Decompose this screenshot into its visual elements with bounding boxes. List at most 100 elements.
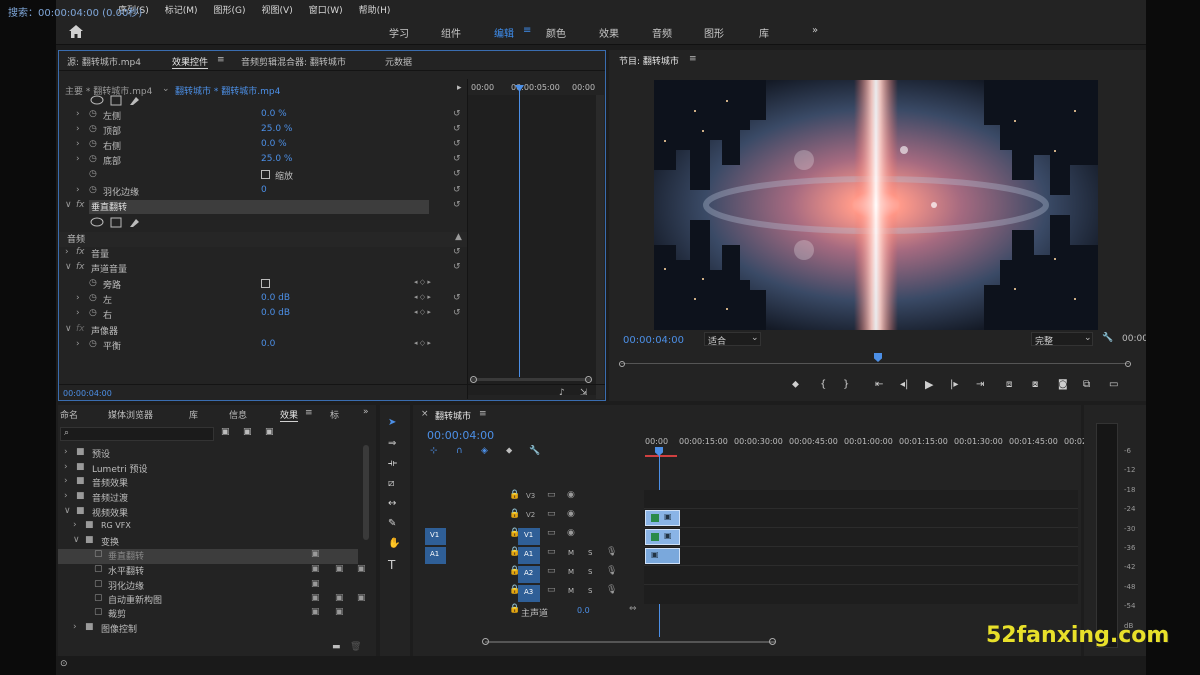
workspace-graphics[interactable]: 图形 bbox=[704, 25, 724, 40]
property-value[interactable]: 25.0 % bbox=[261, 124, 292, 134]
go-to-out-icon[interactable]: ⇥ bbox=[976, 379, 984, 390]
yuv-effects-icon[interactable]: ▣ bbox=[265, 427, 274, 437]
tree-item-horizontal-flip[interactable]: ▢ 水平翻转 ▣ ▣ ▣ bbox=[58, 564, 366, 579]
zoom-handle-right[interactable] bbox=[769, 638, 776, 645]
menu-item-markers[interactable]: 标记(M) bbox=[165, 3, 198, 16]
workspace-menu-icon[interactable]: ≡ bbox=[523, 25, 531, 36]
scroll-handle-left[interactable] bbox=[619, 361, 625, 367]
comparison-view-icon[interactable]: ⧉ bbox=[1083, 379, 1090, 390]
effect-row-panner[interactable]: ∨ fx 声像器 bbox=[59, 324, 469, 339]
audio-clip-a1[interactable]: ▣ bbox=[645, 548, 680, 564]
scroll-handle-right[interactable] bbox=[585, 376, 592, 383]
tree-item-crop[interactable]: ▢ 裁剪 ▣ ▣ bbox=[58, 607, 358, 622]
work-area-bar[interactable] bbox=[645, 455, 677, 457]
menu-item-graphics[interactable]: 图形(G) bbox=[214, 3, 246, 16]
selection-tool-icon[interactable]: ➤ bbox=[388, 417, 396, 428]
program-timecode[interactable]: 00:00:04:00 bbox=[623, 335, 684, 346]
reset-icon[interactable]: ↺ bbox=[453, 308, 461, 318]
property-value[interactable]: 0.0 bbox=[261, 339, 275, 349]
property-value[interactable]: 0.0 dB bbox=[261, 293, 290, 303]
slip-tool-icon[interactable]: ↔ bbox=[388, 498, 396, 509]
keyframe-nav-icon[interactable]: ◂ ◇ ▸ bbox=[414, 293, 431, 301]
track-header-v1[interactable]: 🔒 V1 ▭ ◉ bbox=[481, 528, 671, 546]
mic-icon[interactable]: 🎙 bbox=[606, 547, 617, 557]
eye-icon[interactable]: ◉ bbox=[567, 528, 575, 538]
tree-item-rg-vfx[interactable]: › ■ RG VFX bbox=[58, 520, 358, 535]
play-icon[interactable]: ▶ bbox=[925, 378, 933, 391]
status-icon[interactable]: ⊙ bbox=[60, 659, 68, 669]
master-volume-value[interactable]: 0.0 bbox=[577, 606, 590, 615]
scroll-handle-right[interactable] bbox=[1125, 361, 1131, 367]
workspace-editing[interactable]: 编辑 bbox=[494, 25, 514, 40]
tree-item-presets[interactable]: › ■ 预设 bbox=[58, 447, 358, 462]
master-track-header[interactable]: 🔒 主声道 0.0 ⇔ bbox=[481, 604, 643, 621]
reset-icon[interactable]: ↺ bbox=[453, 109, 461, 119]
tab-source[interactable]: 源: 翻转城市.mp4 bbox=[67, 55, 141, 68]
menu-item-help[interactable]: 帮助(H) bbox=[359, 3, 391, 16]
source-patch-v1[interactable]: V1 bbox=[425, 528, 446, 545]
ec-zoom-scrollbar[interactable] bbox=[471, 378, 591, 381]
panel-menu-icon[interactable]: ≡ bbox=[479, 409, 487, 419]
stopwatch-icon[interactable]: ◷ bbox=[89, 124, 97, 134]
property-value[interactable]: 25.0 % bbox=[261, 154, 292, 164]
workspace-libraries[interactable]: 库 bbox=[759, 25, 769, 40]
tab-menu-icon[interactable]: ≡ bbox=[217, 55, 225, 65]
step-forward-icon[interactable]: |▸ bbox=[950, 379, 958, 390]
timeline-tracks-area[interactable] bbox=[644, 490, 1078, 604]
timeline-zoom-scrollbar[interactable] bbox=[485, 641, 775, 643]
stopwatch-icon[interactable]: ◷ bbox=[89, 169, 97, 179]
delete-icon[interactable]: 🗑 bbox=[350, 642, 361, 652]
reset-icon[interactable]: ↺ bbox=[453, 200, 461, 210]
solo-button[interactable]: S bbox=[588, 587, 592, 595]
nest-icon[interactable]: ⊹ bbox=[430, 446, 438, 456]
tab-project[interactable]: 命名 bbox=[60, 408, 78, 421]
new-bin-icon[interactable]: ▬ bbox=[332, 642, 341, 652]
effect-row-volume[interactable]: › fx 音量 ↺ bbox=[59, 247, 469, 262]
stopwatch-icon[interactable]: ◷ bbox=[89, 109, 97, 119]
32bit-effects-icon[interactable]: ▣ bbox=[243, 427, 252, 437]
ec-timeline-area[interactable] bbox=[468, 95, 596, 395]
tab-effects[interactable]: 效果 bbox=[280, 408, 299, 422]
workspace-audio[interactable]: 音频 bbox=[652, 25, 672, 40]
workspace-assembly[interactable]: 组件 bbox=[441, 25, 461, 40]
stopwatch-icon[interactable]: ◷ bbox=[89, 308, 97, 318]
effects-scrollbar[interactable] bbox=[363, 445, 369, 540]
menu-item-window[interactable]: 窗口(W) bbox=[309, 3, 343, 16]
track-header-v3[interactable]: 🔒 V3 ▭ ◉ bbox=[481, 490, 671, 508]
track-header-a3[interactable]: 🔒 A3 ▭ M S 🎙 bbox=[481, 585, 671, 603]
track-header-v2[interactable]: 🔒 V2 ▭ ◉ bbox=[481, 509, 671, 527]
hand-tool-icon[interactable]: ✋ bbox=[388, 538, 400, 549]
accelerated-effects-icon[interactable]: ▣ bbox=[221, 427, 230, 437]
property-value[interactable]: 0.0 % bbox=[261, 139, 287, 149]
eye-icon[interactable]: ◉ bbox=[567, 490, 575, 500]
stopwatch-icon[interactable]: ◷ bbox=[89, 278, 97, 288]
toggle-sync-icon[interactable]: ▭ bbox=[547, 566, 556, 576]
tree-item-video-effects[interactable]: ∨ ■ 视频效果 bbox=[58, 506, 358, 521]
extract-icon[interactable]: ⧇ bbox=[1032, 379, 1038, 390]
type-tool-icon[interactable]: T bbox=[388, 558, 395, 572]
tab-libraries[interactable]: 库 bbox=[189, 408, 198, 421]
vr-video-icon[interactable]: ▭ bbox=[1109, 379, 1118, 390]
timeline-title[interactable]: 翻转城市 bbox=[435, 409, 471, 422]
wrench-icon[interactable]: 🔧 bbox=[1102, 333, 1113, 343]
settings-wrench-icon[interactable]: 🔧 bbox=[529, 446, 540, 456]
reset-icon[interactable]: ↺ bbox=[453, 154, 461, 164]
solo-button[interactable]: S bbox=[588, 568, 592, 576]
mark-in-icon[interactable]: { bbox=[820, 379, 826, 390]
workspace-effects[interactable]: 效果 bbox=[599, 25, 619, 40]
property-value[interactable]: 0.0 dB bbox=[261, 308, 290, 318]
workspace-color[interactable]: 颜色 bbox=[546, 25, 566, 40]
close-icon[interactable]: × bbox=[421, 409, 429, 419]
lift-icon[interactable]: ⧈ bbox=[1006, 379, 1012, 390]
add-marker-icon[interactable]: ⬥ bbox=[506, 446, 512, 456]
eye-icon[interactable]: ◉ bbox=[567, 509, 575, 519]
reset-icon[interactable]: ↺ bbox=[453, 293, 461, 303]
workspace-learn[interactable]: 学习 bbox=[389, 25, 409, 40]
linked-selection-icon[interactable]: ◈ bbox=[481, 446, 488, 456]
tree-item-image-control[interactable]: › ■ 图像控制 bbox=[58, 622, 358, 637]
reset-icon[interactable]: ↺ bbox=[453, 169, 461, 179]
effect-row-vertical-flip[interactable]: ∨ fx 垂直翻转 ↺ bbox=[59, 200, 469, 215]
step-back-icon[interactable]: ◂| bbox=[900, 379, 908, 390]
collapse-icon[interactable]: ▲ bbox=[455, 232, 462, 242]
pen-tool-icon[interactable]: ✎ bbox=[388, 518, 396, 529]
